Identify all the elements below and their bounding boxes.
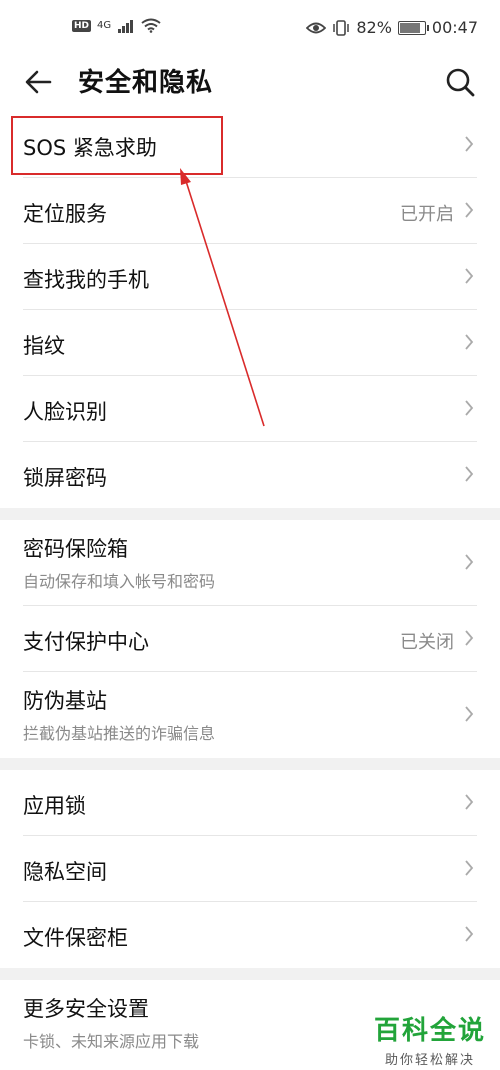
item-label: 文件保密柜	[23, 926, 128, 950]
lock-screen-password-item[interactable]: 锁屏密码	[0, 442, 500, 508]
highlight-box	[11, 116, 223, 175]
page-title: 安全和隐私	[78, 68, 214, 98]
app-bar: 安全和隐私	[0, 58, 500, 106]
wifi-icon	[141, 18, 161, 33]
watermark-subtitle: 助你轻松解决	[384, 1053, 475, 1068]
app-lock-item[interactable]: 应用锁	[0, 770, 500, 836]
private-space-item[interactable]: 隐私空间	[0, 836, 500, 902]
item-label: 密码保险箱	[23, 537, 128, 561]
watermark-title: 百科全说	[373, 1016, 486, 1046]
section-gap	[0, 758, 500, 770]
item-label: 锁屏密码	[23, 466, 107, 490]
watermark: 百科全说 助你轻松解决	[374, 1010, 486, 1068]
eye-comfort-icon	[306, 22, 327, 33]
fingerprint-item[interactable]: 指纹	[0, 310, 500, 376]
chevron-right-icon	[465, 268, 474, 284]
status-left: HD 4G	[72, 18, 161, 33]
back-arrow-icon[interactable]	[22, 66, 54, 98]
chevron-right-icon	[465, 554, 474, 570]
chevron-right-icon	[465, 400, 474, 416]
battery-percent: 82%	[356, 18, 392, 37]
clock: 00:47	[431, 18, 478, 37]
chevron-right-icon	[465, 706, 474, 722]
chevron-right-icon	[465, 202, 474, 218]
signal-icon	[118, 19, 134, 33]
settings-list: SOS 紧急求助 定位服务 已开启 查找我的手机 指纹 人脸识别 锁屏密码 密码…	[0, 112, 500, 1066]
password-vault-item[interactable]: 密码保险箱 自动保存和填入帐号和密码	[0, 520, 500, 606]
item-label: 防伪基站	[23, 689, 107, 713]
item-label: 支付保护中心	[23, 630, 149, 654]
hd-badge: HD	[72, 19, 92, 32]
file-safe-item[interactable]: 文件保密柜	[0, 902, 500, 968]
search-icon[interactable]	[444, 66, 476, 98]
chevron-right-icon	[465, 334, 474, 350]
battery-icon	[397, 20, 429, 35]
fake-base-station-item[interactable]: 防伪基站 拦截伪基站推送的诈骗信息	[0, 672, 500, 758]
item-subtitle: 自动保存和填入帐号和密码	[23, 572, 216, 591]
chevron-right-icon	[465, 630, 474, 646]
face-recognition-item[interactable]: 人脸识别	[0, 376, 500, 442]
chevron-right-icon	[465, 794, 474, 810]
vibrate-icon	[333, 19, 350, 36]
item-label: 查找我的手机	[23, 268, 149, 292]
chevron-right-icon	[465, 860, 474, 876]
find-my-phone-item[interactable]: 查找我的手机	[0, 244, 500, 310]
item-status: 已开启	[400, 204, 454, 225]
item-label: 人脸识别	[23, 400, 107, 424]
location-service-item[interactable]: 定位服务 已开启	[0, 178, 500, 244]
item-label: 定位服务	[23, 202, 107, 226]
chevron-right-icon	[465, 926, 474, 942]
battery-level-fill	[399, 22, 420, 33]
item-subtitle: 卡锁、未知来源应用下载	[23, 1032, 200, 1051]
status-bar: HD 4G 82% 00:47	[0, 0, 500, 58]
chevron-right-icon	[465, 466, 474, 482]
network-type: 4G	[97, 20, 112, 31]
section-gap	[0, 508, 500, 520]
section-gap	[0, 968, 500, 980]
item-label: 指纹	[23, 334, 65, 358]
item-label: 应用锁	[23, 794, 86, 818]
status-right: 82% 00:47	[306, 18, 478, 37]
item-label: 更多安全设置	[23, 997, 149, 1021]
item-status: 已关闭	[400, 632, 454, 653]
payment-protection-item[interactable]: 支付保护中心 已关闭	[0, 606, 500, 672]
item-subtitle: 拦截伪基站推送的诈骗信息	[23, 724, 216, 743]
item-label: 隐私空间	[23, 860, 107, 884]
chevron-right-icon	[465, 136, 474, 152]
